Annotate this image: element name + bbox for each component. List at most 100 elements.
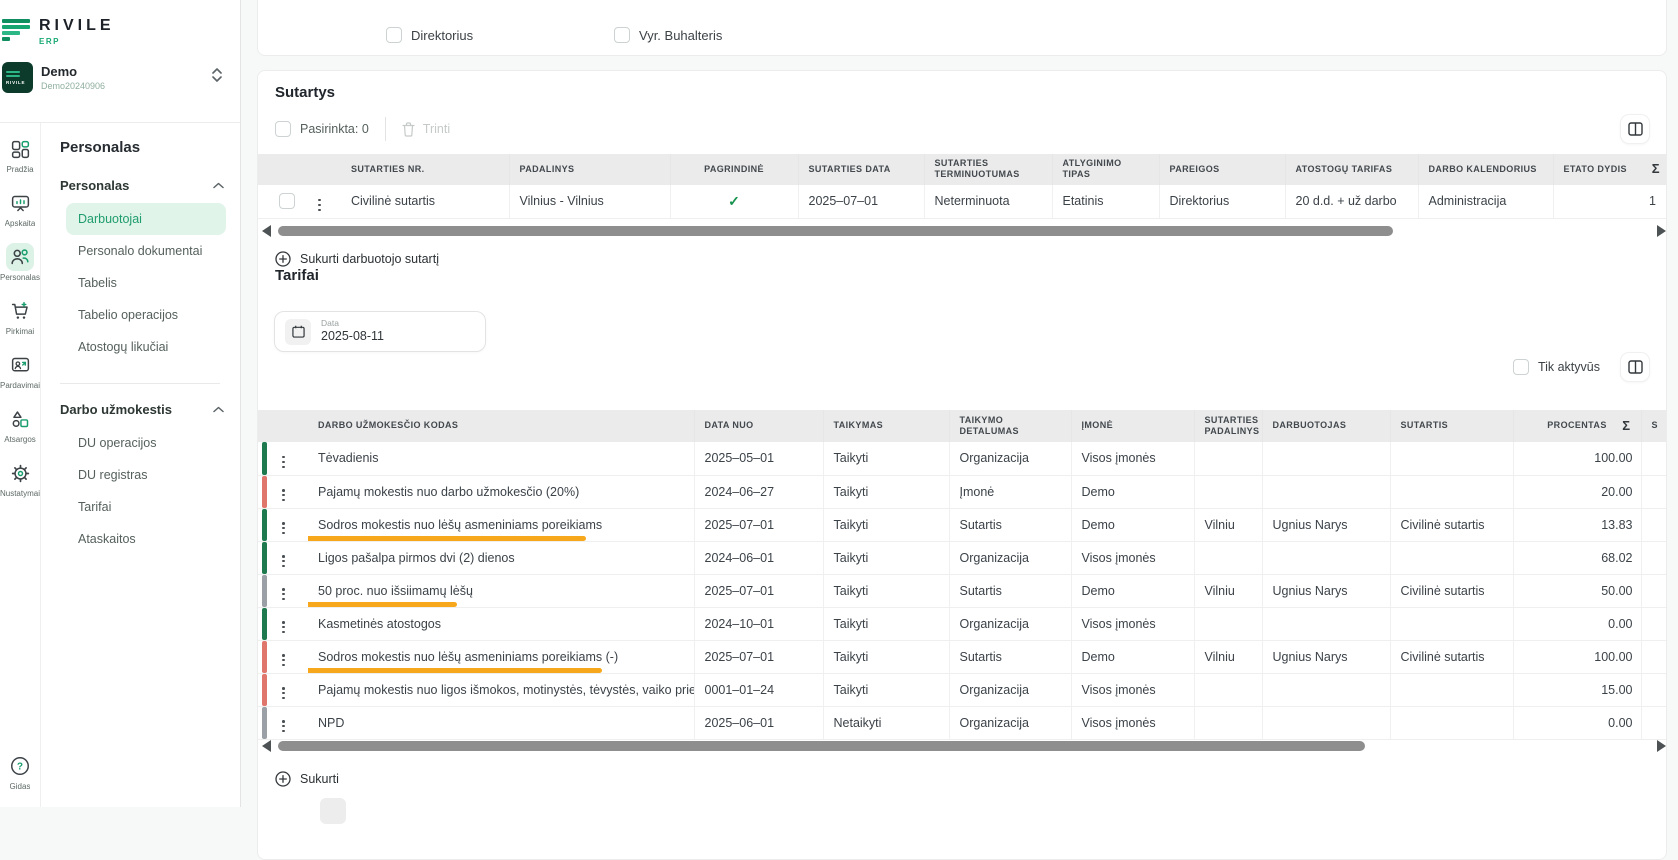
row-menu-icon[interactable] [282, 587, 285, 602]
rail-item-pradžia[interactable]: Pradžia [0, 135, 41, 174]
col-procentas[interactable]: PROCENTASΣ [1513, 410, 1641, 442]
scroll-right-icon[interactable] [1657, 740, 1666, 752]
scroll-right-icon[interactable] [1657, 225, 1666, 237]
col-terminuotumas[interactable]: SUTARTIES TERMINUOTUMAS [924, 154, 1052, 185]
row-menu-icon[interactable] [282, 554, 285, 569]
row-menu-icon[interactable] [282, 653, 285, 668]
cell-data-nuo: 2025–06–01 [694, 706, 823, 739]
sum-icon[interactable]: Σ [1652, 161, 1660, 177]
sidebar-item-ataskaitos[interactable]: Ataskaitos [66, 523, 226, 555]
sidebar-item-tarifai[interactable]: Tarifai [66, 491, 226, 523]
checkbox-icon[interactable] [386, 27, 402, 43]
cell-data-nuo: 2025–07–01 [694, 640, 823, 673]
rail-item-atsargos[interactable]: Atsargos [0, 405, 41, 444]
scrollbar-thumb[interactable] [278, 226, 1393, 236]
tarifai-row[interactable]: Sodros mokestis nuo lėšų asmeniniams por… [258, 508, 1667, 541]
tarifai-row[interactable]: 50 proc. nuo išsiimamų lėšų 2025–07–01 T… [258, 574, 1667, 607]
column-settings-button-2[interactable] [1620, 352, 1650, 382]
only-active-checkbox[interactable] [1513, 359, 1529, 375]
row-menu-icon[interactable] [282, 521, 285, 536]
col-data-nuo[interactable]: DATA NUO [694, 410, 823, 442]
sutartys-hscrollbar[interactable] [262, 224, 1666, 238]
create-tariff-button[interactable]: Sukurti [275, 771, 339, 787]
sidebar-item-tabelio-operacijos[interactable]: Tabelio operacijos [66, 299, 226, 331]
col-sutartis[interactable]: SUTARTIS [1390, 410, 1513, 442]
row-menu-icon[interactable] [282, 455, 285, 470]
col-imone[interactable]: ĮMONĖ [1071, 410, 1194, 442]
select-all-checkbox[interactable] [275, 121, 291, 137]
col-taikymo-detalumas[interactable]: TAIKYMO DETALUMAS [949, 410, 1071, 442]
date-field[interactable]: Data 2025-08-11 [274, 311, 486, 352]
tarifai-row[interactable]: Sodros mokestis nuo lėšų asmeniniams por… [258, 640, 1667, 673]
company-selector[interactable]: RIVILE Demo Demo20240906 [2, 62, 232, 93]
rail-label: Atsargos [4, 435, 36, 444]
col-s-truncated[interactable]: S [1641, 410, 1667, 442]
column-settings-button[interactable] [1620, 114, 1650, 144]
rail-item-gidas[interactable]: ? Gidas [0, 752, 41, 791]
rail-item-pardavimai[interactable]: Pardavimai [0, 351, 41, 390]
col-sutarties-padalinys[interactable]: SUTARTIES PADALINYS [1194, 410, 1262, 442]
col-padalinys[interactable]: PADALINYS [509, 154, 670, 185]
sutartys-row[interactable]: Civilinė sutartis Vilnius - Vilnius ✓ 20… [258, 185, 1667, 219]
row-menu-icon[interactable] [282, 719, 285, 734]
scroll-left-icon[interactable] [262, 740, 271, 752]
rail-item-nustatymai[interactable]: Nustatymai [0, 459, 41, 498]
col-sutarties-data[interactable]: SUTARTIES DATA [798, 154, 924, 185]
tarifai-row[interactable]: Ligos pašalpa pirmos dvi (2) dienos 2024… [258, 541, 1667, 574]
col-pareigos[interactable]: PAREIGOS [1159, 154, 1285, 185]
sidebar-item-atostogų-likučiai[interactable]: Atostogų likučiai [66, 331, 226, 363]
col-darbuotojas[interactable]: DARBUOTOJAS [1262, 410, 1390, 442]
rail-item-personalas[interactable]: Personalas [0, 243, 41, 282]
tarifai-row[interactable]: Pajamų mokestis nuo ligos išmokos, motin… [258, 673, 1667, 706]
tarifai-row[interactable]: Tėvadienis 2025–05–01 Taikyti Organizaci… [258, 442, 1667, 475]
tarifai-row[interactable]: Kasmetinės atostogos 2024–10–01 Taikyti … [258, 607, 1667, 640]
chevron-updown-icon[interactable] [212, 67, 222, 88]
checkbox-vyr-buhalteris[interactable]: Vyr. Buhalteris [614, 27, 722, 43]
truncated-date-field-icon [320, 798, 346, 824]
create-contract-button[interactable]: Sukurti darbuotojo sutartį [275, 251, 439, 267]
cell-procentas: 0.00 [1513, 706, 1641, 739]
cell-data-nuo: 2024–06–01 [694, 541, 823, 574]
sum-icon[interactable]: Σ [1622, 418, 1630, 434]
plus-circle-icon [275, 251, 291, 267]
sidebar-item-du-operacijos[interactable]: DU operacijos [66, 427, 226, 459]
col-atlyginimo-tipas[interactable]: ATLYGINIMO TIPAS [1052, 154, 1159, 185]
checkbox-icon[interactable] [614, 27, 630, 43]
row-menu-icon[interactable] [282, 686, 285, 701]
delete-label: Trinti [423, 122, 450, 136]
cell-data-nuo: 2024–06–27 [694, 475, 823, 508]
checkbox-direktorius[interactable]: Direktorius [386, 27, 473, 43]
row-menu-icon[interactable] [282, 620, 285, 635]
sales-icon [6, 351, 34, 379]
help-icon: ? [6, 752, 34, 780]
sidebar-item-personalo-dokumentai[interactable]: Personalo dokumentai [66, 235, 226, 267]
nav-section-personalas[interactable]: Personalas [60, 178, 224, 193]
tarifai-row[interactable]: Pajamų mokestis nuo darbo užmokesčio (20… [258, 475, 1667, 508]
scroll-left-icon[interactable] [262, 225, 271, 237]
chevron-up-icon [213, 182, 224, 189]
cell-data-nuo: 2025–05–01 [694, 442, 823, 475]
cell-du-kodas: Ligos pašalpa pirmos dvi (2) dienos [318, 551, 515, 565]
row-menu-icon[interactable] [318, 198, 321, 213]
col-atostogu-tarifas[interactable]: ATOSTOGŲ TARIFAS [1285, 154, 1418, 185]
col-darbo-kalendorius[interactable]: DARBO KALENDORIUS [1418, 154, 1553, 185]
only-active-filter[interactable]: Tik aktyvūs [1513, 359, 1600, 375]
status-bar [262, 542, 267, 574]
sidebar-item-du-registras[interactable]: DU registras [66, 459, 226, 491]
tarifai-hscrollbar[interactable] [262, 739, 1666, 753]
col-taikymas[interactable]: TAIKYMAS [823, 410, 949, 442]
sidebar-item-tabelis[interactable]: Tabelis [66, 267, 226, 299]
rail-item-pirkimai[interactable]: Pirkimai [0, 297, 41, 336]
row-menu-icon[interactable] [282, 488, 285, 503]
scrollbar-thumb[interactable] [278, 741, 1365, 751]
row-checkbox[interactable] [279, 193, 295, 209]
rail-item-apskaita[interactable]: Apskaita [0, 189, 41, 228]
col-etato-dydis[interactable]: ETATO DYDISΣ [1553, 154, 1667, 185]
col-pagrindine[interactable]: PAGRINDINĖ [670, 154, 798, 185]
delete-button[interactable]: Trinti [402, 122, 450, 137]
col-sutarties-nr[interactable]: SUTARTIES NR. [341, 154, 509, 185]
nav-section-darbo-užmokestis[interactable]: Darbo užmokestis [60, 402, 224, 417]
sidebar-item-darbuotojai[interactable]: Darbuotojai [66, 203, 226, 235]
tarifai-row[interactable]: NPD 2025–06–01 Netaikyti Organizacija Vi… [258, 706, 1667, 739]
col-du-kodas[interactable]: DARBO UŽMOKESČIO KODAS [308, 410, 694, 442]
